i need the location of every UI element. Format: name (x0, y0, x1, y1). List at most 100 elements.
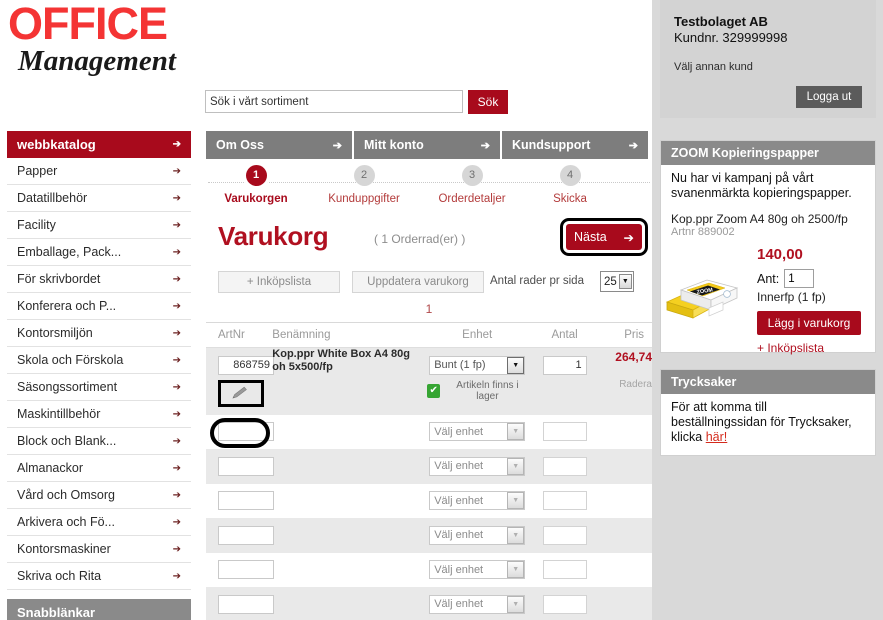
quantity-input[interactable] (542, 456, 587, 476)
sidebar-item-label: För skrivbordet (17, 272, 101, 286)
sidebar-item-sasongssortiment[interactable]: Säsongssortiment ➔ (7, 374, 191, 401)
checkout-steps: 1 Varukorgen 2 Kunduppgifter 3 Orderdeta… (206, 165, 652, 215)
sidebar-item-kontorsmaskiner[interactable]: Kontorsmaskiner ➔ (7, 536, 191, 563)
sidebar-item-block-och-blank[interactable]: Block och Blank... ➔ (7, 428, 191, 455)
sidebar-item-label: Skriva och Rita (17, 569, 102, 583)
artnr-input[interactable] (218, 355, 274, 375)
sidebar-header-snabblankar[interactable]: Snabblänkar (7, 599, 191, 620)
trycksaker-link[interactable]: här! (706, 430, 728, 444)
quantity-input[interactable] (542, 525, 587, 545)
cell-antal (529, 483, 600, 518)
edit-row-button[interactable] (218, 379, 264, 407)
cell-pris (599, 552, 652, 587)
search-bar: Sök (205, 90, 508, 114)
unit-select[interactable]: Välj enhet ▼ (429, 525, 526, 545)
artnr-input[interactable] (218, 525, 274, 545)
sidebar-item-vard-och-omsorg[interactable]: Vård och Omsorg ➔ (7, 482, 191, 509)
promo-panel-trycksaker: Trycksaker För att komma till beställnin… (660, 369, 876, 456)
delete-row-link[interactable]: Radera (600, 379, 652, 390)
promo-quantity-input[interactable] (784, 269, 815, 288)
cell-benamning: Kop.ppr White Box A4 80g oh 5x500/fp (272, 347, 425, 415)
arrow-right-icon: ➔ (172, 462, 181, 474)
promo-shopping-list-link[interactable]: + Inköpslista (757, 341, 867, 355)
sidebar-item-konferera[interactable]: Konferera och P... ➔ (7, 293, 191, 320)
pagination[interactable]: 1 (206, 301, 652, 323)
rows-per-page-label: Antal rader pr sida (490, 275, 584, 287)
sidebar-item-kontorsmiljon[interactable]: Kontorsmiljön ➔ (7, 320, 191, 347)
customer-panel: Testbolaget AB Kundnr. 329999998 Välj an… (660, 0, 876, 118)
site-logo[interactable]: OFFICE Management (8, 1, 203, 78)
sidebar-item-datatillbehor[interactable]: Datatillbehör ➔ (7, 185, 191, 212)
switch-customer-link[interactable]: Välj annan kund (674, 61, 862, 73)
cell-benamning (272, 414, 425, 449)
unit-select-value: Bunt (1 fp) (434, 359, 486, 371)
cell-artnr (206, 552, 274, 587)
sidebar: webbkatalog ➔ Papper ➔ Datatillbehör ➔ F… (7, 131, 191, 620)
chevron-down-icon: ▼ (618, 274, 632, 289)
update-cart-button[interactable]: Uppdatera varukorg (352, 271, 484, 293)
sidebar-item-almanackor[interactable]: Almanackor ➔ (7, 455, 191, 482)
cell-pris: 264,74 Radera (599, 347, 652, 415)
arrow-right-icon: ➔ (480, 139, 490, 152)
column-header-enhet: Enhet (424, 323, 530, 348)
promo-unit: Innerfp (1 fp) (757, 290, 826, 304)
nav-tab-mitt-konto[interactable]: Mitt konto ➔ (354, 131, 500, 159)
unit-select[interactable]: Välj enhet ▼ (429, 491, 526, 510)
product-image-zoom-paper: ZOOM (665, 279, 739, 319)
step-2-kunduppgifter[interactable]: 2 Kunduppgifter (310, 165, 418, 205)
next-button[interactable]: Nästa ➔ (566, 224, 642, 250)
step-4-skicka[interactable]: 4 Skicka (516, 165, 624, 205)
step-1-varukorgen[interactable]: 1 Varukorgen (202, 165, 310, 205)
nav-tab-kundsupport[interactable]: Kundsupport ➔ (502, 131, 648, 159)
sidebar-item-emballage[interactable]: Emballage, Pack... ➔ (7, 239, 191, 266)
sidebar-item-for-skrivbordet[interactable]: För skrivbordet ➔ (7, 266, 191, 293)
unit-select[interactable]: Välj enhet ▼ (429, 560, 526, 579)
unit-select[interactable]: Välj enhet ▼ (429, 594, 526, 614)
artnr-input[interactable] (218, 594, 274, 614)
step-number: 1 (245, 165, 267, 186)
unit-select[interactable]: Bunt (1 fp) ▼ (429, 355, 526, 375)
unit-select-value: Välj enhet (434, 529, 484, 541)
artnr-input[interactable] (218, 491, 274, 510)
add-to-shopping-list-button[interactable]: + Inköpslista (218, 271, 340, 293)
step-number: 3 (461, 165, 483, 186)
logout-button[interactable]: Logga ut (796, 86, 862, 108)
artnr-input[interactable] (218, 456, 274, 476)
nav-tab-om-oss[interactable]: Om Oss ➔ (206, 131, 352, 159)
sidebar-header-webbkatalog[interactable]: webbkatalog ➔ (7, 131, 191, 158)
search-button[interactable]: Sök (468, 90, 508, 114)
unit-select[interactable]: Välj enhet ▼ (429, 422, 526, 441)
promo-quantity-label: Ant: (757, 271, 780, 286)
chevron-down-icon: ▼ (507, 526, 525, 544)
cart-title-row: Varukorg ( 1 Orderrad(er) ) Nästa ➔ (206, 218, 652, 265)
sidebar-item-label: Kontorsmaskiner (17, 542, 111, 556)
quantity-input[interactable] (542, 594, 587, 614)
quantity-input[interactable] (542, 560, 587, 579)
step-3-orderdetaljer[interactable]: 3 Orderdetaljer (418, 165, 526, 205)
arrow-right-icon: ➔ (172, 219, 181, 231)
sidebar-item-arkivera[interactable]: Arkivera och Fö... ➔ (7, 509, 191, 536)
cell-artnr (206, 414, 274, 449)
column-header-pris: Pris (599, 323, 652, 348)
artnr-input[interactable] (218, 422, 274, 441)
sidebar-item-skriva-och-rita[interactable]: Skriva och Rita ➔ (7, 563, 191, 590)
trycksaker-header: Trycksaker (661, 370, 875, 394)
search-input[interactable] (205, 90, 463, 113)
sidebar-item-skola[interactable]: Skola och Förskola ➔ (7, 347, 191, 374)
sidebar-item-label: Block och Blank... (17, 434, 117, 448)
rows-per-page-select[interactable]: 25 ▼ (600, 271, 634, 292)
sidebar-item-maskintillbehor[interactable]: Maskintillbehör ➔ (7, 401, 191, 428)
step-label: Orderdetaljer (438, 193, 506, 205)
quantity-input[interactable] (542, 491, 587, 510)
sidebar-item-facility[interactable]: Facility ➔ (7, 212, 191, 239)
quantity-input[interactable] (542, 355, 587, 375)
arrow-right-icon: ➔ (623, 230, 634, 245)
sidebar-item-papper[interactable]: Papper ➔ (7, 158, 191, 185)
quantity-input[interactable] (542, 422, 587, 441)
arrow-right-icon: ➔ (172, 354, 181, 366)
page-title: Varukorg (218, 221, 329, 251)
add-to-cart-button[interactable]: Lägg i varukorg (757, 311, 861, 335)
unit-select[interactable]: Välj enhet ▼ (429, 456, 526, 476)
artnr-input[interactable] (218, 560, 274, 579)
arrow-right-icon: ➔ (628, 139, 638, 152)
